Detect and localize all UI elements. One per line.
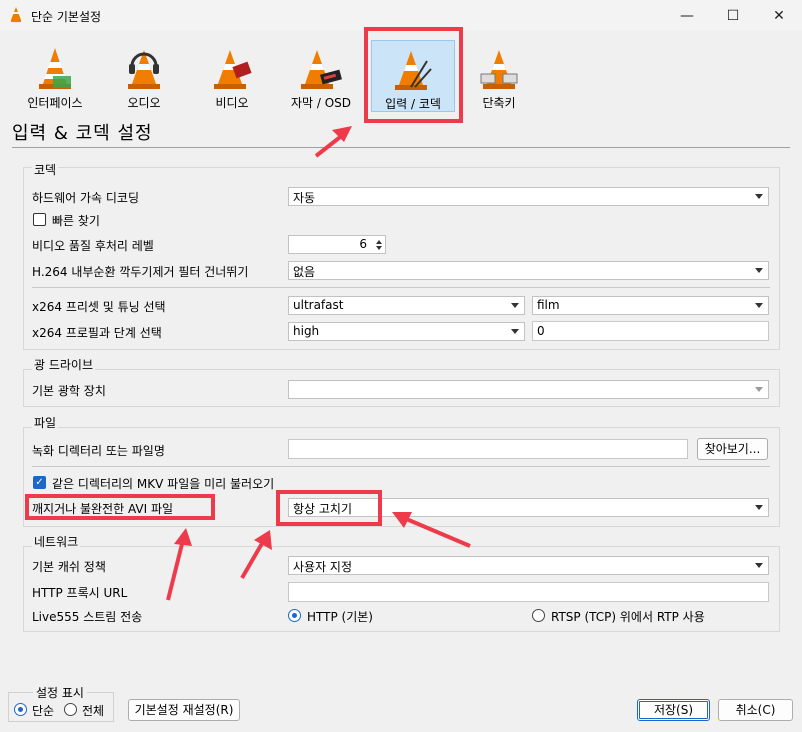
category-subtitles-osd[interactable]: 자막 / OSD <box>280 40 362 112</box>
cone-hotkeys-icon <box>480 50 518 89</box>
cone-input-codec-icon <box>395 51 432 90</box>
close-button[interactable]: ✕ <box>756 0 802 31</box>
chevron-down-icon <box>755 194 763 199</box>
live555-label: Live555 스트림 전송 <box>32 610 143 624</box>
chevron-down-icon <box>511 303 519 308</box>
record-dir-input[interactable] <box>288 439 688 459</box>
chevron-down-icon <box>755 563 763 568</box>
cache-policy-label: 기본 캐쉬 정책 <box>32 560 106 574</box>
live555-http-radio[interactable] <box>288 609 301 622</box>
postproc-label: 비디오 품질 후처리 레벨 <box>32 239 154 253</box>
vlc-cone-icon <box>11 7 21 22</box>
show-settings-label: 설정 표시 <box>33 684 87 701</box>
maximize-button[interactable]: ☐ <box>710 0 756 31</box>
title-bar: 단순 기본설정 — ☐ ✕ <box>0 0 802 31</box>
http-proxy-label: HTTP 프록시 URL <box>32 586 128 600</box>
maximize-icon: ☐ <box>726 7 740 24</box>
hw-decoding-label: 하드웨어 가속 디코딩 <box>32 191 139 205</box>
cone-interface-icon <box>39 48 71 89</box>
optical-device-select[interactable] <box>288 380 769 399</box>
files-divider <box>32 466 770 467</box>
h264-skip-label: H.264 내부순환 깍두기제거 필터 건너뛰기 <box>32 265 249 279</box>
category-audio[interactable]: 오디오 <box>104 40 184 112</box>
minimize-button[interactable]: — <box>664 0 710 31</box>
title-divider <box>12 147 790 148</box>
avi-fix-label: 깨지거나 불완전한 AVI 파일 <box>32 502 174 516</box>
mode-all-label: 전체 <box>82 704 105 718</box>
cache-policy-select[interactable]: 사용자 지정 <box>288 556 769 575</box>
optical-device-label: 기본 광학 장치 <box>32 384 106 398</box>
arrow-head-icon <box>174 528 192 546</box>
browse-button[interactable]: 찾아보기... <box>697 438 768 460</box>
codecs-divider <box>32 287 770 288</box>
window-title: 단순 기본설정 <box>31 10 102 24</box>
chevron-down-icon <box>511 329 519 334</box>
mode-all-radio[interactable] <box>64 703 77 716</box>
x264-tune-select[interactable]: film <box>532 296 769 315</box>
save-button[interactable]: 저장(S) <box>637 699 710 721</box>
fast-seek-checkbox[interactable] <box>33 213 46 226</box>
chevron-down-icon <box>755 268 763 273</box>
record-dir-label: 녹화 디렉터리 또는 파일명 <box>32 444 165 458</box>
mode-simple-label: 단순 <box>32 704 55 718</box>
http-proxy-input[interactable] <box>288 582 769 602</box>
codecs-group-title: 코덱 <box>32 161 59 178</box>
x264-profile-select[interactable]: high <box>288 322 525 341</box>
avi-fix-select[interactable]: 항상 고치기 <box>288 498 769 517</box>
live555-rtsp-label: RTSP (TCP) 위에서 RTP 사용 <box>551 610 705 624</box>
x264-level-input[interactable]: 0 <box>532 321 769 341</box>
page-title: 입력 & 코덱 설정 <box>12 123 153 144</box>
files-group-title: 파일 <box>32 414 59 431</box>
preload-mkv-label: 같은 디렉터리의 MKV 파일을 미리 불러오기 <box>52 477 275 491</box>
category-hotkeys[interactable]: 단축키 <box>463 40 535 112</box>
hw-decoding-select[interactable]: 자동 <box>288 187 769 206</box>
close-icon: ✕ <box>773 7 785 24</box>
category-input-codecs[interactable]: 입력 / 코덱 <box>371 40 455 112</box>
minimize-icon: — <box>680 7 694 24</box>
h264-skip-select[interactable]: 없음 <box>288 261 769 280</box>
reset-preferences-button[interactable]: 기본설정 재설정(R) <box>128 699 240 721</box>
preload-mkv-checkbox[interactable]: ✓ <box>33 476 46 489</box>
x264-preset-select[interactable]: ultrafast <box>288 296 525 315</box>
x264-preset-label: x264 프리셋 및 튜닝 선택 <box>32 300 166 314</box>
postproc-spinbox[interactable]: 6 <box>288 235 386 254</box>
arrow-head-icon <box>332 126 352 142</box>
network-group-title: 네트워크 <box>32 533 81 550</box>
x264-profile-label: x264 프로필과 단계 선택 <box>32 326 162 340</box>
cone-video-icon <box>214 50 252 89</box>
chevron-down-icon <box>755 387 763 392</box>
chevron-down-icon <box>755 505 763 510</box>
cone-headphones-icon <box>128 50 160 89</box>
optical-group-title: 광 드라이브 <box>32 356 96 373</box>
mode-simple-radio[interactable] <box>14 703 27 716</box>
spin-down-icon[interactable] <box>376 246 382 250</box>
live555-rtsp-radio[interactable] <box>532 609 545 622</box>
category-interface[interactable]: 인터페이스 <box>14 40 96 112</box>
spin-up-icon[interactable] <box>376 240 382 244</box>
arrow-to-category <box>314 132 346 158</box>
category-video[interactable]: 비디오 <box>192 40 272 112</box>
live555-http-label: HTTP (기본) <box>307 610 373 624</box>
cone-subtitles-icon <box>301 50 342 89</box>
fast-seek-label: 빠른 찾기 <box>52 214 100 228</box>
chevron-down-icon <box>755 303 763 308</box>
cancel-button[interactable]: 취소(C) <box>718 699 793 721</box>
